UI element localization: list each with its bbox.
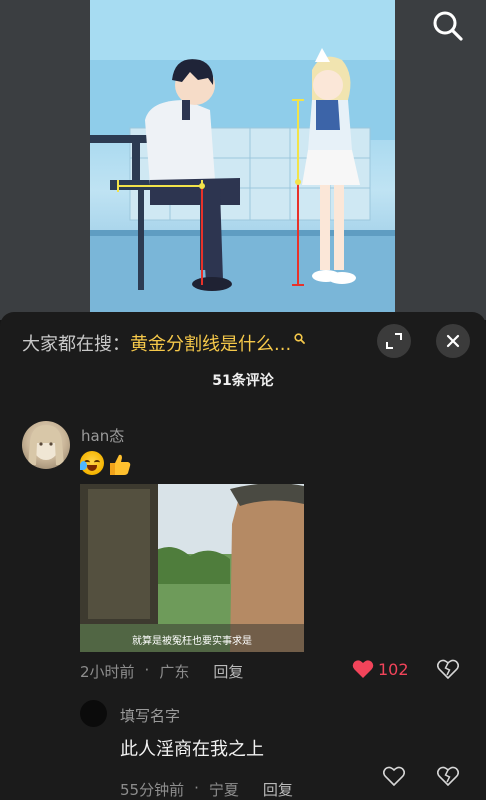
reply-dislike-button[interactable]	[436, 766, 460, 790]
reply-reply-button[interactable]: 回复	[263, 779, 293, 800]
expand-button[interactable]	[377, 324, 411, 358]
reply-location: 宁夏	[208, 781, 239, 799]
reply-text: 此人淫商在我之上	[120, 739, 264, 760]
search-suggestion-prefix: 大家都在搜：	[22, 334, 130, 355]
reply-meta: 55分钟前 · 宁夏 回复	[120, 779, 293, 800]
reply-avatar[interactable]	[80, 700, 107, 727]
video-frame[interactable]	[90, 0, 395, 318]
comment-image-caption: 就算是被冤枉也要实事求是	[132, 634, 252, 647]
comment-time: 2小时前	[80, 663, 135, 681]
search-suggestion-query[interactable]: 黄金分割线是什么...	[130, 334, 291, 355]
comment-panel: 大家都在搜：黄金分割线是什么... 51条评论 han态 就算是被冤枉也要实事求…	[0, 312, 486, 800]
broken-heart-icon	[436, 766, 460, 787]
thumbs-up-emoji	[106, 451, 131, 475]
like-button[interactable]: 102	[352, 659, 409, 679]
comment-emojis	[80, 451, 131, 475]
reply-username[interactable]: 填写名字	[120, 705, 180, 726]
reply-time: 55分钟前	[120, 781, 185, 799]
video-area[interactable]	[0, 0, 486, 320]
search-suggestion[interactable]: 大家都在搜：黄金分割线是什么...	[22, 328, 306, 356]
comment-location: 广东	[159, 663, 190, 681]
comment-image[interactable]: 就算是被冤枉也要实事求是	[80, 484, 304, 652]
like-count: 102	[378, 659, 409, 679]
search-icon	[433, 11, 463, 41]
broken-heart-icon	[436, 659, 460, 680]
laughing-crying-emoji	[80, 451, 104, 475]
anime-scene-illustration	[90, 0, 395, 318]
heart-outline-icon	[383, 766, 405, 786]
reply-dot: ·	[194, 779, 199, 797]
reply-like-button[interactable]	[383, 766, 405, 786]
search-button[interactable]	[428, 6, 468, 46]
avatar[interactable]	[22, 421, 70, 469]
expand-icon	[386, 333, 402, 349]
small-search-icon	[294, 328, 306, 349]
comment-dot: ·	[144, 661, 150, 679]
reply-button[interactable]: 回复	[213, 661, 243, 682]
heart-filled-icon	[352, 660, 374, 678]
close-icon	[446, 334, 460, 348]
dislike-button[interactable]	[436, 659, 460, 683]
comment-username[interactable]: han态	[81, 425, 124, 446]
comment-count-title: 51条评论	[212, 373, 274, 389]
comment-meta: 2小时前 · 广东 回复	[80, 661, 243, 682]
close-button[interactable]	[436, 324, 470, 358]
